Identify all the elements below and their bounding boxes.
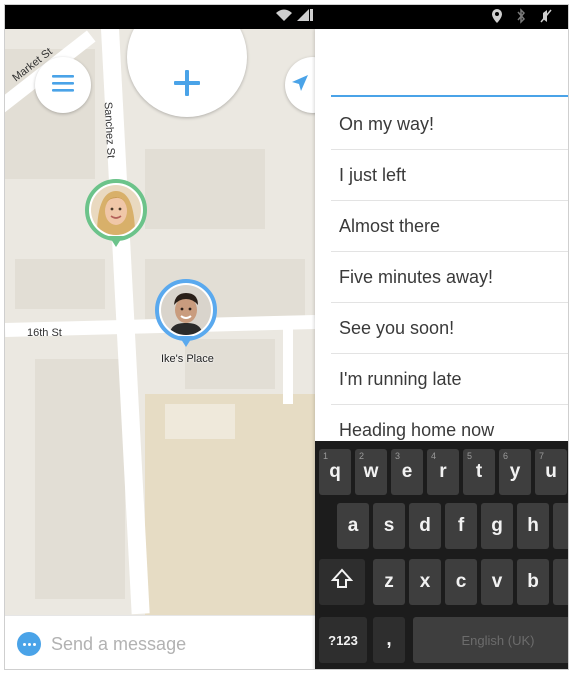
quick-reply-item[interactable]: On my way! xyxy=(331,99,568,150)
key-g[interactable]: g xyxy=(481,503,513,549)
key-s[interactable]: s xyxy=(373,503,405,549)
signal-icon xyxy=(295,8,313,25)
menu-icon xyxy=(51,73,75,98)
wifi-icon xyxy=(275,8,293,25)
key-a[interactable]: a xyxy=(337,503,369,549)
mute-icon xyxy=(539,8,553,27)
key-r[interactable]: 4r xyxy=(427,449,459,495)
avatar-female xyxy=(91,185,141,235)
key-x[interactable]: x xyxy=(409,559,441,605)
map-block xyxy=(165,404,235,439)
map-block xyxy=(35,359,125,599)
plus-icon xyxy=(172,68,202,103)
menu-button[interactable] xyxy=(35,57,91,113)
shift-key[interactable] xyxy=(319,559,365,605)
side-road xyxy=(283,324,293,404)
key-y[interactable]: 6y xyxy=(499,449,531,495)
map-view[interactable]: Market St Sanchez St 16th St Ike's Place xyxy=(5,29,315,615)
key-q[interactable]: 1q xyxy=(319,449,351,495)
comma-key[interactable]: , xyxy=(373,617,405,663)
key-v[interactable]: v xyxy=(481,559,513,605)
add-button[interactable] xyxy=(127,29,247,117)
quick-reply-item[interactable]: I just left xyxy=(331,150,568,201)
key-b[interactable]: b xyxy=(517,559,549,605)
avatar-male xyxy=(161,285,211,335)
friend-pin-female[interactable] xyxy=(85,179,147,247)
place-label: Ike's Place xyxy=(161,353,214,365)
status-bar xyxy=(5,5,568,29)
quick-reply-input[interactable] xyxy=(331,57,568,97)
key-w[interactable]: 2w xyxy=(355,449,387,495)
map-block xyxy=(145,149,265,229)
key-j[interactable] xyxy=(553,503,568,549)
space-key[interactable]: English (UK) xyxy=(413,617,568,663)
quick-reply-item[interactable]: I'm running late xyxy=(331,354,568,405)
location-icon xyxy=(491,8,503,27)
key-h[interactable]: h xyxy=(517,503,549,549)
message-input[interactable] xyxy=(51,630,301,658)
key-u[interactable]: 7u xyxy=(535,449,567,495)
app-screen: Market St Sanchez St 16th St Ike's Place… xyxy=(4,4,569,670)
key-c[interactable]: c xyxy=(445,559,477,605)
chat-bubble-icon xyxy=(17,632,41,656)
key-n[interactable] xyxy=(553,559,568,605)
symbols-key[interactable]: ?123 xyxy=(319,617,367,663)
quick-reply-item[interactable]: Almost there xyxy=(331,201,568,252)
map-block xyxy=(15,259,105,309)
friend-pin-male[interactable] xyxy=(155,279,217,347)
message-bar xyxy=(5,615,315,669)
key-f[interactable]: f xyxy=(445,503,477,549)
key-z[interactable]: z xyxy=(373,559,405,605)
key-t[interactable]: 5t xyxy=(463,449,495,495)
shift-arrow-icon xyxy=(330,568,354,596)
quick-reply-item[interactable]: Five minutes away! xyxy=(331,252,568,303)
locate-button[interactable] xyxy=(285,57,315,113)
street-label-16th: 16th St xyxy=(27,327,62,339)
bluetooth-icon xyxy=(515,8,527,27)
key-d[interactable]: d xyxy=(409,503,441,549)
navigation-arrow-icon xyxy=(290,73,310,98)
key-e[interactable]: 3e xyxy=(391,449,423,495)
soft-keyboard: 1q 2w 3e 4r 5t 6y 7u a s d f g h z x c v… xyxy=(315,441,568,669)
quick-reply-item[interactable]: See you soon! xyxy=(331,303,568,354)
